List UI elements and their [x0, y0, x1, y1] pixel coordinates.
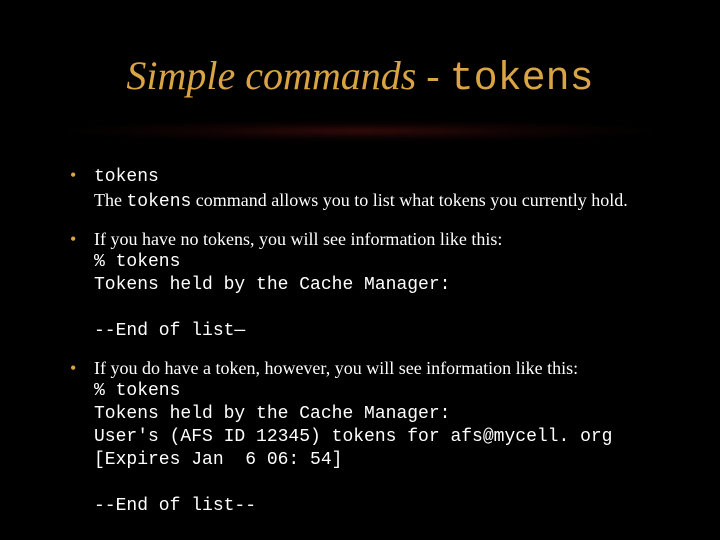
title-prefix: Simple commands -	[126, 53, 449, 98]
bullet-lead-plain: If you do have a token, however, you wil…	[94, 358, 578, 378]
bullet-item: tokens The tokens command allows you to …	[56, 164, 676, 214]
bullet-desc-pre: The	[94, 190, 126, 210]
slide-title: Simple commands - tokens	[0, 0, 720, 110]
slide-body: tokens The tokens command allows you to …	[56, 164, 676, 532]
bullet-lead-plain: If you have no tokens, you will see info…	[94, 229, 502, 249]
slide: Simple commands - tokens tokens The toke…	[0, 0, 720, 540]
bullet-item: If you do have a token, however, you wil…	[56, 357, 676, 518]
bullet-code: % tokens Tokens held by the Cache Manage…	[94, 251, 676, 343]
title-underline	[50, 120, 670, 142]
bullet-item: If you have no tokens, you will see info…	[56, 228, 676, 343]
bullet-desc-mono: tokens	[126, 192, 191, 212]
title-mono: tokens	[450, 57, 594, 102]
bullet-desc-post: command allows you to list what tokens y…	[191, 190, 627, 210]
bullet-list: tokens The tokens command allows you to …	[56, 164, 676, 518]
bullet-code: % tokens Tokens held by the Cache Manage…	[94, 380, 676, 518]
bullet-lead-mono: tokens	[94, 167, 159, 187]
